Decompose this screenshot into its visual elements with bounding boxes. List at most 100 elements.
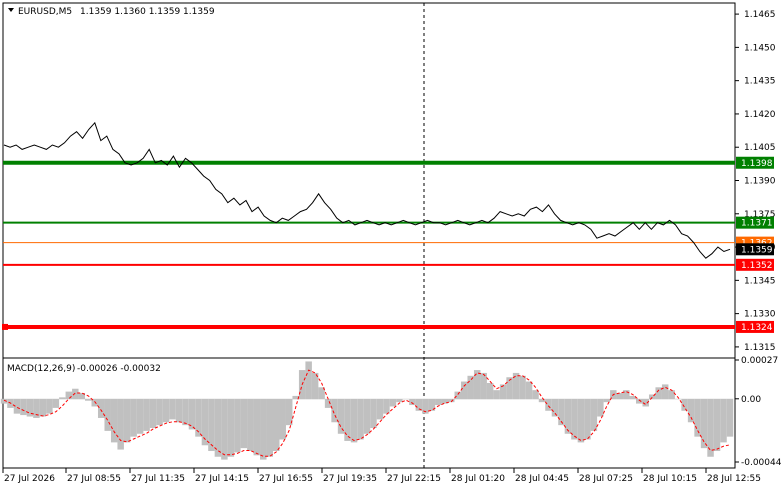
time-tick-label: 27 Jul 22:15 <box>387 474 441 484</box>
price-level-label: 1.1352 <box>741 261 773 271</box>
macd-histogram-bar <box>72 388 79 400</box>
macd-histogram-bar <box>156 398 163 426</box>
macd-histogram-bar <box>350 398 358 443</box>
macd-histogram-bar <box>545 398 552 411</box>
time-tick-label: 28 Jul 01:20 <box>451 474 505 484</box>
macd-histogram-bar <box>110 398 118 443</box>
price-tick-label: 1.1465 <box>744 10 776 20</box>
macd-histogram-bar <box>162 398 170 423</box>
macd-histogram-bar <box>687 398 695 423</box>
macd-histogram-bar <box>253 398 261 456</box>
macd-histogram-bar <box>486 382 494 400</box>
macd-histogram-bar <box>169 398 176 420</box>
macd-histogram-bar <box>480 372 487 400</box>
macd-histogram-bar <box>247 398 254 452</box>
time-tick-label: 28 Jul 04:45 <box>515 474 569 484</box>
macd-histogram-bar <box>344 398 351 441</box>
macd-histogram-bar <box>584 398 591 440</box>
macd-histogram-bar <box>85 398 92 401</box>
macd-histogram-bar <box>499 384 507 400</box>
macd-histogram-bar <box>700 398 708 449</box>
time-tick-label: 27 Jul 08:55 <box>67 474 121 484</box>
macd-histogram-bar <box>221 398 228 460</box>
macd-histogram-bar <box>720 398 727 443</box>
macd-histogram-bar <box>571 398 578 440</box>
last-price-label: 1.1359 <box>741 245 773 255</box>
macd-histogram-bar <box>674 398 682 400</box>
macd-histogram-bar <box>467 375 474 400</box>
time-tick-label: 27 Jul 14:15 <box>195 474 249 484</box>
macd-axis-ticks: 0.00027 0.00 -0.00044 <box>735 356 781 468</box>
macd-histogram-bar <box>97 398 105 418</box>
terminal-chart[interactable]: 1.1465 1.1450 1.1435 1.1420 1.1405 1.1390 1.13… <box>0 0 781 489</box>
macd-histogram-bar <box>435 398 442 406</box>
macd-histogram-bar <box>117 398 124 450</box>
macd-histogram-bar <box>266 398 274 457</box>
macd-histogram-bar <box>136 398 144 434</box>
macd-histogram-bar <box>493 390 500 400</box>
macd-histogram-bar <box>240 398 248 449</box>
price-tick-label: 1.1435 <box>744 77 776 87</box>
time-tick-label: 27 Jul 11:35 <box>131 474 185 484</box>
macd-histogram-bar <box>603 398 611 403</box>
macd-histogram-bar <box>65 391 73 400</box>
symbol-header: EURUSD,M5 1.1359 1.1360 1.1359 1.1359 <box>8 7 215 17</box>
macd-histogram-bar <box>149 398 157 429</box>
macd-histogram-bar <box>227 398 235 457</box>
price-tick-label: 1.1405 <box>744 143 776 153</box>
symbol-label: EURUSD,M5 <box>18 7 72 17</box>
macd-histogram-bar <box>195 398 202 437</box>
macd-tick-label: -0.00044 <box>741 458 781 468</box>
macd-histogram-bar <box>396 398 403 403</box>
macd-histogram-bar <box>39 398 47 417</box>
macd-histogram-bar <box>623 390 630 400</box>
macd-histogram-bar <box>577 398 585 443</box>
macd-histogram-bar <box>59 397 66 400</box>
macd-tick-label: 0.00027 <box>741 356 778 366</box>
macd-histogram-bar <box>383 398 390 414</box>
price-tick-label: 1.1420 <box>744 110 776 120</box>
time-tick-label: 27 Jul 2026 <box>4 474 55 484</box>
macd-histogram-bar <box>104 398 111 431</box>
macd-histogram-bar <box>46 398 53 414</box>
macd-histogram-bar <box>130 398 137 437</box>
time-tick-label: 27 Jul 19:35 <box>323 474 377 484</box>
macd-values: -0.00026 -0.00032 <box>77 364 161 374</box>
price-level-label: 1.1398 <box>741 159 773 169</box>
macd-histogram-bar <box>273 398 280 452</box>
time-tick-label: 28 Jul 12:55 <box>707 474 761 484</box>
macd-histogram-bar <box>525 381 533 400</box>
macd-histogram-bar <box>123 398 131 443</box>
price-tick-label: 1.1330 <box>744 310 776 320</box>
price-tick-label: 1.1345 <box>744 276 776 286</box>
level-anchor-handle[interactable] <box>2 323 8 330</box>
macd-histogram-bar <box>370 398 377 429</box>
macd-histogram-bar <box>305 361 312 400</box>
macd-histogram-bar <box>668 390 675 400</box>
macd-histogram-bar <box>389 398 397 407</box>
ohlc-values: 1.1359 1.1360 1.1359 1.1359 <box>80 7 215 17</box>
macd-histogram-bar <box>473 370 481 400</box>
time-axis-ticks: 27 Jul 2026 27 Jul 08:55 27 Jul 11:35 27 Ju… <box>2 468 761 484</box>
time-tick-label: 28 Jul 10:15 <box>643 474 697 484</box>
price-tick-label: 1.1450 <box>744 43 776 53</box>
time-tick-label: 27 Jul 16:55 <box>259 474 313 484</box>
macd-histogram-bar <box>331 398 338 423</box>
price-level-label: 1.1371 <box>741 219 773 229</box>
macd-histogram-bar <box>20 398 27 416</box>
macd-histogram-bar <box>143 398 150 431</box>
price-tick-label: 1.1390 <box>744 177 776 187</box>
macd-histogram-bar <box>363 398 371 434</box>
macd-histogram-bar <box>519 375 526 400</box>
macd-histogram-bar <box>279 398 286 440</box>
macd-histogram-bar <box>201 398 209 446</box>
macd-histogram-bar <box>564 398 572 434</box>
macd-histogram-bar <box>409 398 416 406</box>
macd-histogram-bar <box>337 398 345 434</box>
macd-histogram-bar <box>357 398 364 440</box>
macd-histogram-bar <box>234 398 241 453</box>
macd-histogram-bar <box>460 381 468 400</box>
macd-histogram-bar <box>726 398 734 437</box>
macd-histogram-bar <box>402 398 410 400</box>
macd-histogram-bar <box>376 398 384 420</box>
